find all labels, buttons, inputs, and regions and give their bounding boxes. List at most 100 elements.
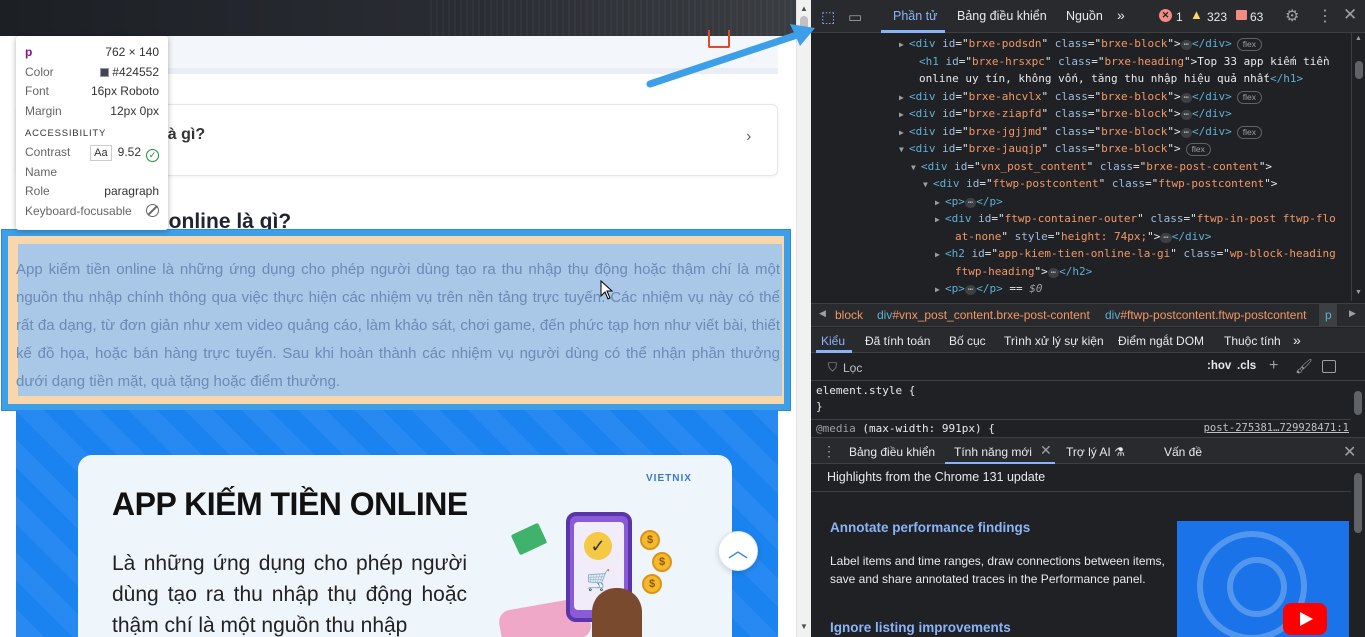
chevron-right-icon[interactable]: ▶ xyxy=(1349,308,1356,319)
collapse-triangle-icon[interactable]: ▼ xyxy=(899,141,909,159)
expand-triangle-icon[interactable]: ▶ xyxy=(935,211,945,229)
dom-token: " xyxy=(1041,107,1055,120)
ellipsis-icon[interactable]: ⋯ xyxy=(1180,127,1193,138)
expand-triangle-icon[interactable]: ▶ xyxy=(899,36,909,54)
collapse-triangle-icon[interactable]: ▼ xyxy=(923,176,933,194)
tab-dom-breakpoints[interactable]: Điểm ngắt DOM xyxy=(1118,334,1204,348)
warning-count[interactable]: 323 xyxy=(1207,10,1227,24)
device-toolbar-icon[interactable]: ▭ xyxy=(848,8,862,26)
flex-badge[interactable]: flex xyxy=(1236,90,1262,104)
drawer-tab-whats-new[interactable]: Tính năng mới xyxy=(954,445,1032,459)
styles-pane[interactable]: element.style { } @media (max-width: 991… xyxy=(811,381,1351,437)
tab-properties[interactable]: Thuộc tính xyxy=(1224,334,1281,348)
styles-scrollbar[interactable] xyxy=(1351,381,1365,437)
class-toggle-button[interactable]: .cls xyxy=(1237,360,1256,372)
dom-token: "> xyxy=(1167,89,1181,103)
dom-tree-scrollbar[interactable]: ▲ ▼ xyxy=(1351,33,1365,301)
close-tab-icon[interactable]: ✕ xyxy=(1040,442,1052,459)
dom-node[interactable]: ftwp-heading"> ⋯ </h2> xyxy=(945,263,1092,281)
tab-elements[interactable]: Phần tử xyxy=(893,9,938,23)
expand-triangle-icon[interactable]: ▶ xyxy=(935,281,945,299)
breadcrumb-item[interactable]: div#ftwp-postcontent.ftwp-postcontent xyxy=(1105,308,1306,322)
dom-token: =" xyxy=(955,107,969,120)
ellipsis-icon[interactable]: ⋯ xyxy=(1160,232,1172,243)
styles-filter-input[interactable] xyxy=(843,358,1203,377)
expand-triangle-icon[interactable]: ▶ xyxy=(899,124,909,142)
dom-node[interactable]: ▶ <div id="brxe-jgjjmd" class="brxe-block… xyxy=(899,123,1262,141)
drawer-tab-ai-assistant[interactable]: Trợ lý AI ⚗ xyxy=(1066,445,1125,459)
more-tabs-icon[interactable]: » xyxy=(1117,7,1125,23)
ellipsis-icon[interactable]: ⋯ xyxy=(964,285,977,295)
dom-node[interactable]: <h1 id="brxe-hrsxpc" class="brxe-heading… xyxy=(909,53,1330,71)
paint-brush-icon[interactable]: 🖌 xyxy=(1295,358,1313,375)
hover-state-button[interactable]: :hov xyxy=(1207,360,1231,372)
dom-node[interactable]: ▶ <p> ⋯ </p> xyxy=(935,193,1003,211)
warning-icon[interactable]: ▲ xyxy=(1190,7,1203,22)
flex-badge[interactable]: flex xyxy=(1185,143,1211,156)
tab-styles[interactable]: Kiểu xyxy=(821,334,845,348)
play-icon[interactable] xyxy=(1283,603,1327,635)
chevron-left-icon[interactable]: ◀ xyxy=(819,308,826,319)
close-icon[interactable]: ✕ xyxy=(1343,5,1357,25)
ellipsis-icon[interactable]: ⋯ xyxy=(1047,267,1060,278)
dom-node[interactable]: ▼ <div id="vnx_post_content" class="brxe-… xyxy=(911,158,1272,176)
breadcrumb-item[interactable]: block xyxy=(835,308,863,322)
chevron-right-icon[interactable]: › xyxy=(746,128,751,146)
dom-node[interactable]: online uy tín, không vốn, tăng thu nhập … xyxy=(909,70,1303,88)
issues-icon[interactable] xyxy=(1236,10,1247,20)
scroll-to-top-button[interactable]: ︿ xyxy=(718,531,758,571)
dom-node[interactable]: ▶ <div id="brxe-podsdn" class="brxe-block… xyxy=(899,35,1262,53)
dom-node[interactable]: ▶ <div id="brxe-ahcvlx" class="brxe-block… xyxy=(899,88,1262,106)
dom-node[interactable]: ▶ <div id="brxe-ziapfd" class="brxe-block… xyxy=(899,105,1232,123)
tab-sources[interactable]: Nguồn xyxy=(1066,9,1103,23)
dom-token: brxe-heading xyxy=(1104,54,1184,68)
dom-node[interactable]: ▶ <div id="ftwp-container-outer" class="f… xyxy=(935,210,1336,228)
drawer-menu-icon[interactable]: ⋮ xyxy=(822,443,836,460)
flex-badge[interactable]: flex xyxy=(1236,38,1262,51)
tab-computed[interactable]: Đã tính toán xyxy=(865,334,930,348)
flex-badge[interactable]: flex xyxy=(1292,300,1318,301)
video-thumbnail[interactable] xyxy=(1177,521,1349,637)
sidebar-toggle-icon[interactable] xyxy=(1322,360,1336,373)
breadcrumb-item-selected[interactable]: p xyxy=(1325,308,1332,322)
ellipsis-icon[interactable]: ⋯ xyxy=(1180,110,1193,120)
feature-title[interactable]: Annotate performance findings xyxy=(830,520,1030,535)
dom-node[interactable]: at-none" style="height: 74px;"> ⋯ </div> xyxy=(945,228,1212,246)
tab-console[interactable]: Bảng điều khiển xyxy=(957,9,1047,23)
tab-layout[interactable]: Bố cục xyxy=(949,334,986,348)
drawer-scrollbar[interactable] xyxy=(1351,465,1365,637)
element-style-rule[interactable]: element.style { xyxy=(816,384,915,397)
gear-icon[interactable]: ⚙ xyxy=(1285,6,1299,26)
expand-triangle-icon[interactable]: ▶ xyxy=(899,106,909,124)
dom-token: brxe-jgjjmd xyxy=(968,124,1042,138)
dom-node-selected[interactable]: ▶ <p> ⋯ </p> == $0 xyxy=(935,280,1043,298)
tab-event-listeners[interactable]: Trình xử lý sự kiện xyxy=(1004,334,1104,348)
expand-triangle-icon[interactable]: ▶ xyxy=(935,194,945,212)
ellipsis-icon[interactable]: ⋯ xyxy=(964,197,977,208)
dom-node[interactable]: ▶<figure class="wp-block-image size-full… xyxy=(935,298,1318,302)
dom-node[interactable]: ▶ <h2 id="app-kiem-tien-online-la-gi" cla… xyxy=(935,245,1336,263)
error-count[interactable]: 1 xyxy=(1176,10,1183,24)
dom-node[interactable]: ▼ <div id="ftwp-postcontent" class="ftwp-… xyxy=(923,175,1277,193)
feature-title[interactable]: Ignore listing improvements xyxy=(830,620,1011,635)
more-options-icon[interactable]: ⋮ xyxy=(1317,6,1333,26)
stylesheet-source-link[interactable]: post-275381…729928471:1 xyxy=(1204,422,1349,434)
expand-triangle-icon[interactable]: ▶ xyxy=(899,89,909,107)
breadcrumb-item[interactable]: div#vnx_post_content.brxe-post-content xyxy=(877,308,1090,322)
dom-tree[interactable]: ⋯▶<div id="brxe-podsdn" class="brxe-bloc… xyxy=(811,33,1351,301)
error-icon[interactable]: ✕ xyxy=(1159,9,1172,22)
issues-count[interactable]: 63 xyxy=(1250,10,1263,24)
ellipsis-icon[interactable]: ⋯ xyxy=(1180,92,1193,103)
new-style-rule-icon[interactable]: + xyxy=(1269,357,1278,375)
collapse-triangle-icon[interactable]: ▼ xyxy=(911,159,921,177)
flex-badge[interactable]: flex xyxy=(1236,125,1262,139)
drawer-tab-issues[interactable]: Vấn đề xyxy=(1164,445,1202,459)
ellipsis-icon[interactable]: ⋯ xyxy=(1180,40,1193,50)
expand-triangle-icon[interactable]: ▶ xyxy=(935,246,945,264)
expand-triangle-icon[interactable]: ▶ xyxy=(935,299,945,302)
active-tab-indicator xyxy=(945,462,1055,464)
more-tabs-icon[interactable]: » xyxy=(1293,332,1301,348)
dom-node[interactable]: ▼ <div id="brxe-jauqjp" class="brxe-block… xyxy=(899,140,1211,158)
close-drawer-icon[interactable]: ✕ xyxy=(1343,442,1356,462)
drawer-tab-console[interactable]: Bảng điều khiển xyxy=(849,445,935,459)
